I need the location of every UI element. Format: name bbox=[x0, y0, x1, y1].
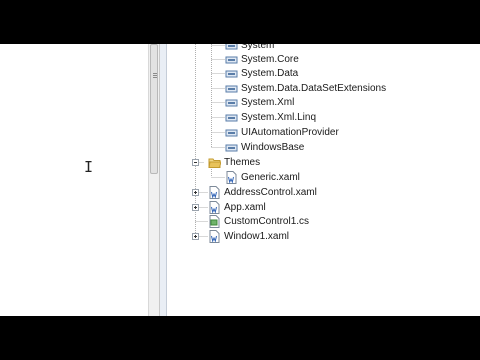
screen-area: I System System.Core System.Data System.… bbox=[0, 44, 480, 316]
reference-icon bbox=[225, 126, 238, 139]
text-cursor-icon: I bbox=[84, 158, 94, 176]
tree-item-file[interactable]: Window1.xaml bbox=[208, 229, 289, 244]
reference-icon bbox=[225, 111, 238, 124]
tree-item-reference[interactable]: System.Xml.Linq bbox=[225, 110, 316, 125]
tree-item-reference[interactable]: System.Core bbox=[225, 52, 299, 67]
pane-splitter[interactable] bbox=[160, 44, 167, 316]
xaml-file-icon bbox=[208, 186, 221, 199]
tree-item-file[interactable]: Generic.xaml bbox=[225, 170, 300, 185]
tree-item-file[interactable]: AddressControl.xaml bbox=[208, 185, 317, 200]
tree-item-reference[interactable]: UIAutomationProvider bbox=[225, 125, 339, 140]
tree-item-themes-folder[interactable]: Themes bbox=[208, 155, 260, 170]
scrollbar-thumb[interactable] bbox=[150, 44, 158, 174]
scrollbar-grip-line bbox=[153, 73, 157, 74]
xaml-file-icon bbox=[208, 230, 221, 243]
solution-explorer-tree: System System.Core System.Data System.Da… bbox=[168, 44, 480, 316]
reference-icon bbox=[225, 53, 238, 66]
reference-icon bbox=[225, 96, 238, 109]
editor-vertical-scrollbar[interactable] bbox=[148, 44, 160, 316]
expand-toggle-icon[interactable] bbox=[192, 189, 199, 196]
folder-open-icon bbox=[208, 156, 222, 169]
reference-icon bbox=[225, 141, 238, 154]
reference-icon bbox=[225, 44, 238, 52]
expand-toggle-icon[interactable] bbox=[192, 233, 199, 240]
tree-item-reference[interactable]: System.Xml bbox=[225, 95, 294, 110]
expand-toggle-icon[interactable] bbox=[192, 204, 199, 211]
xaml-file-icon bbox=[208, 201, 221, 214]
reference-icon bbox=[225, 82, 238, 95]
xaml-file-icon bbox=[225, 171, 238, 184]
reference-icon bbox=[225, 67, 238, 80]
collapse-toggle-icon[interactable] bbox=[192, 159, 199, 166]
tree-item-reference[interactable]: WindowsBase bbox=[225, 140, 304, 155]
tree-item-file[interactable]: App.xaml bbox=[208, 200, 266, 215]
tree-item-reference[interactable]: System.Data bbox=[225, 66, 298, 81]
scrollbar-grip-line bbox=[153, 77, 157, 78]
tree-item-reference[interactable]: System.Data.DataSetExtensions bbox=[225, 81, 386, 96]
scrollbar-grip-line bbox=[153, 75, 157, 76]
cs-file-icon bbox=[208, 215, 221, 228]
tree-item-file[interactable]: CustomControl1.cs bbox=[208, 214, 309, 229]
code-editor-pane[interactable]: I bbox=[0, 44, 148, 316]
